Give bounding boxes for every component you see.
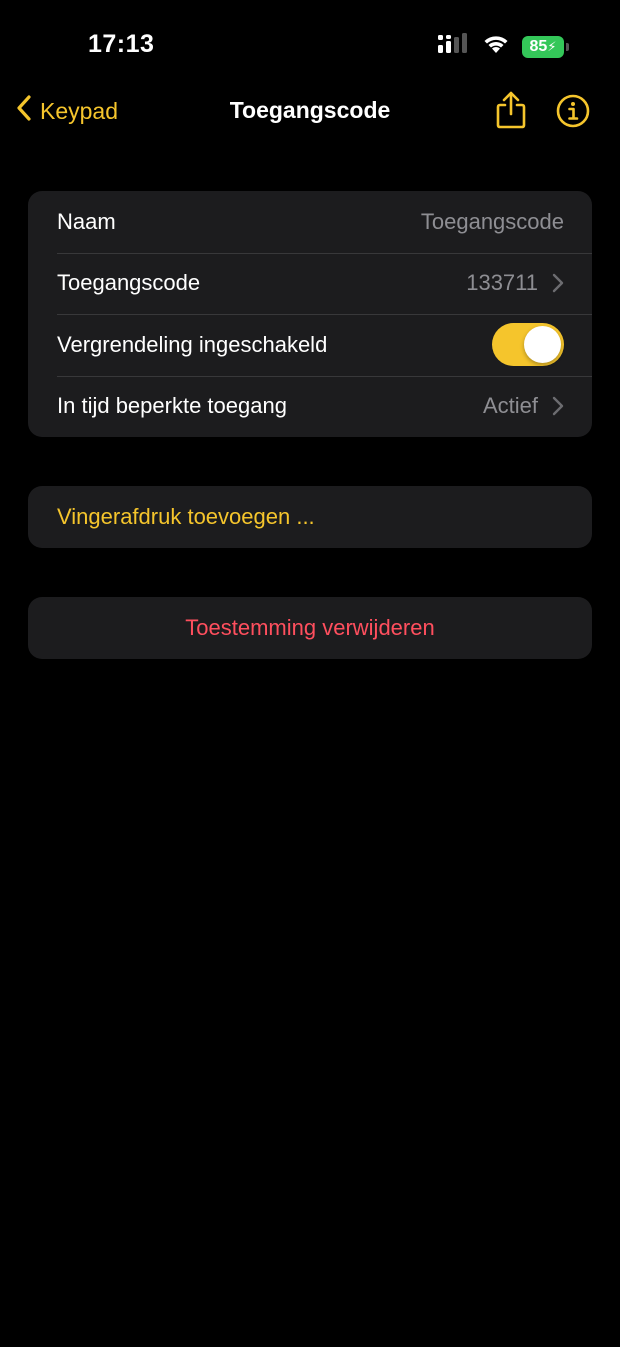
chevron-right-icon [552, 273, 564, 293]
passcode-value: 133711 [466, 270, 538, 296]
navigation-bar: Keypad Toegangscode [0, 84, 620, 140]
remove-permission-group: Toestemming verwijderen [28, 597, 592, 659]
lock-enabled-row: Vergrendeling ingeschakeld [28, 314, 592, 376]
time-limited-access-row[interactable]: In tijd beperkte toegang Actief [28, 375, 592, 438]
wifi-icon [482, 33, 510, 60]
lock-enabled-toggle[interactable] [492, 323, 564, 367]
passcode-label: Toegangscode [57, 270, 201, 296]
lock-enabled-label: Vergrendeling ingeschakeld [57, 331, 328, 357]
name-row[interactable]: Naam Toegangscode [28, 191, 592, 253]
chevron-right-icon [552, 396, 564, 416]
name-value: Toegangscode [420, 208, 564, 234]
remove-permission-button[interactable]: Toestemming verwijderen [28, 597, 592, 659]
info-button[interactable] [556, 94, 590, 133]
share-button[interactable] [495, 90, 527, 135]
status-time: 17:13 [88, 30, 155, 58]
page-title: Toegangscode [229, 97, 391, 123]
battery-icon: 85 ⚡ [522, 35, 569, 58]
time-limited-access-label: In tijd beperkte toegang [57, 393, 287, 419]
fingerprint-group: Vingerafdruk toevoegen ... [28, 486, 592, 548]
add-fingerprint-button[interactable]: Vingerafdruk toevoegen ... [28, 486, 592, 548]
status-icons: 85 ⚡ [438, 33, 569, 60]
toggle-knob [524, 326, 561, 364]
passcode-row[interactable]: Toegangscode 133711 [28, 252, 592, 315]
time-limited-access-value: Actief [482, 393, 538, 419]
status-bar: 17:13 85 ⚡ [0, 0, 620, 90]
info-icon [556, 94, 590, 132]
cellular-signal-icon [438, 33, 470, 60]
share-icon [495, 91, 527, 134]
name-label: Naam [57, 208, 116, 234]
battery-level: 85 [529, 37, 548, 55]
settings-group: Naam Toegangscode Toegangscode 133711 Ve… [28, 191, 592, 437]
